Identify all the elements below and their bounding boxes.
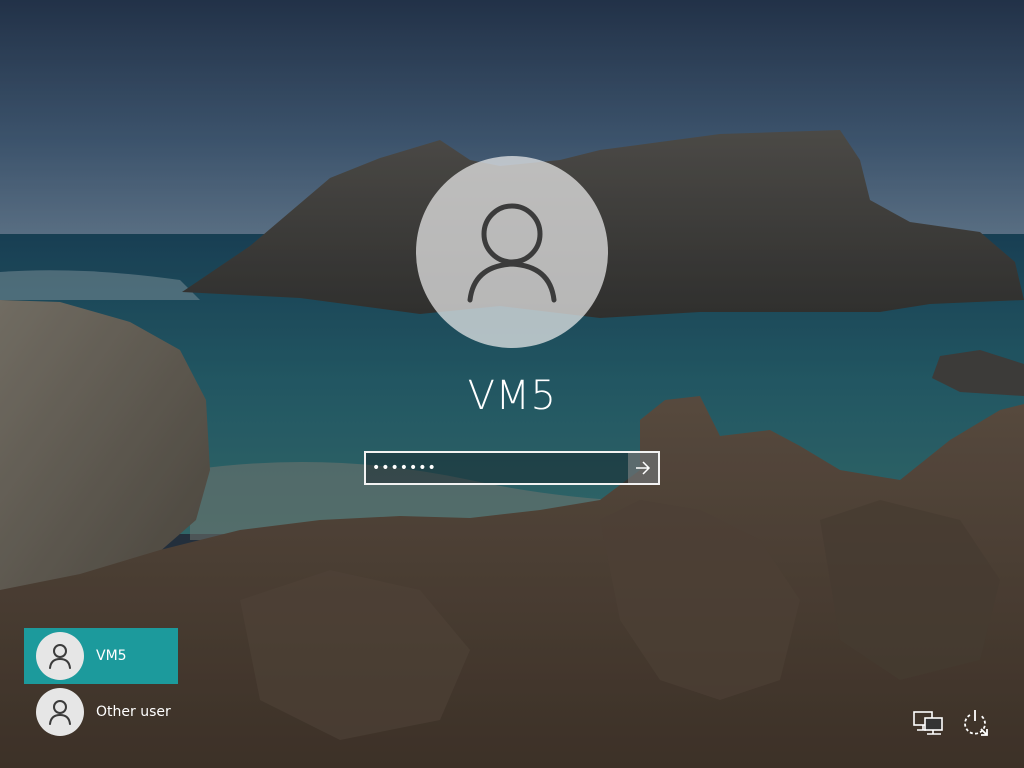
user-avatar-small xyxy=(36,688,84,736)
password-input[interactable] xyxy=(366,453,628,483)
user-avatar-small xyxy=(36,632,84,680)
arrow-right-icon xyxy=(636,461,651,475)
lock-screen: VM5 VM5 Other user xyxy=(0,0,1024,768)
password-field-container xyxy=(364,451,660,485)
power-button[interactable] xyxy=(958,706,992,740)
network-button[interactable] xyxy=(911,706,945,740)
person-icon xyxy=(49,700,71,725)
user-avatar-large xyxy=(416,156,608,348)
user-tile-vm5[interactable]: VM5 xyxy=(24,628,178,684)
user-tile-other-user[interactable]: Other user xyxy=(24,684,178,740)
network-icon xyxy=(913,711,943,735)
user-tile-label: Other user xyxy=(96,704,171,720)
person-icon xyxy=(49,644,71,669)
power-icon xyxy=(964,710,988,736)
username-label: VM5 xyxy=(467,373,557,419)
person-icon xyxy=(467,203,557,303)
user-tile-label: VM5 xyxy=(96,648,127,664)
submit-button[interactable] xyxy=(628,453,658,483)
